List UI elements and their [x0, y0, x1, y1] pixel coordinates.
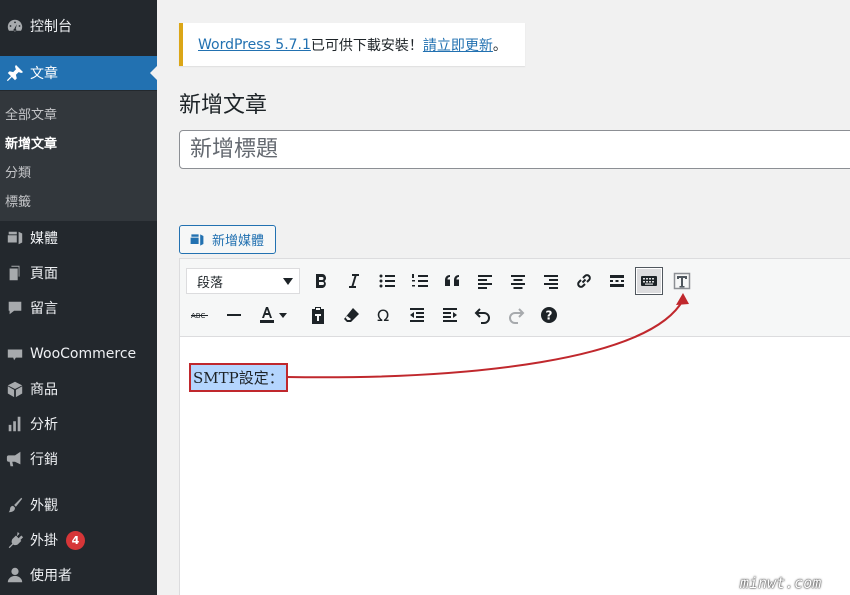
clear-formatting-icon[interactable] — [337, 301, 365, 329]
box-icon — [0, 380, 30, 398]
add-media-label: 新增媒體 — [212, 234, 265, 249]
add-media-button[interactable]: 新增媒體 — [179, 225, 276, 254]
post-title-input[interactable] — [179, 130, 850, 169]
outdent-icon[interactable] — [403, 301, 431, 329]
menu-item-plugins[interactable]: 外掛 4 — [0, 523, 157, 557]
editor-content-area[interactable]: SMTP設定： — [180, 337, 850, 595]
woocommerce-icon — [0, 345, 30, 363]
user-icon — [0, 566, 30, 584]
svg-text:?: ? — [546, 309, 553, 323]
menu-item-marketing[interactable]: 行銷 — [0, 442, 157, 476]
indent-icon[interactable] — [436, 301, 464, 329]
text-tab-icon[interactable] — [668, 267, 696, 295]
link-icon[interactable] — [570, 267, 598, 295]
paste-as-text-icon[interactable] — [304, 301, 332, 329]
menu-item-users[interactable]: 使用者 — [0, 558, 157, 592]
align-left-icon[interactable] — [471, 267, 499, 295]
pages-icon — [0, 264, 30, 282]
pushpin-icon — [0, 64, 30, 82]
menu-item-comments[interactable]: 留言 — [0, 291, 157, 325]
wordpress-version-link[interactable]: WordPress 5.7.1 — [198, 37, 311, 53]
update-notice: WordPress 5.7.1 已可供下載安裝！ 請立即更新 。 — [179, 23, 525, 66]
menu-label: 行銷 — [30, 452, 58, 468]
plugin-icon — [0, 531, 30, 549]
menu-label: WooCommerce — [30, 346, 137, 362]
dashboard-icon — [0, 17, 30, 35]
strikethrough-icon[interactable]: ABC — [186, 301, 214, 329]
menu-label: 分析 — [30, 417, 58, 433]
megaphone-icon — [0, 450, 30, 468]
update-now-link[interactable]: 請立即更新 — [423, 35, 493, 55]
notice-end: 。 — [492, 37, 507, 54]
menu-label: 控制台 — [30, 19, 72, 35]
menu-label: 留言 — [30, 301, 58, 317]
redo-icon[interactable] — [502, 301, 530, 329]
submenu-item-categories[interactable]: 分類 — [5, 162, 31, 181]
menu-label: 外掛 — [30, 533, 58, 549]
bar-chart-icon — [0, 415, 30, 433]
undo-icon[interactable] — [469, 301, 497, 329]
watermark: minwt.com — [740, 574, 822, 592]
menu-item-woocommerce[interactable]: WooCommerce — [0, 337, 157, 371]
menu-label: 商品 — [30, 382, 58, 398]
menu-item-media[interactable]: 媒體 — [0, 221, 157, 255]
format-select[interactable]: 段落 — [186, 268, 300, 294]
selected-text[interactable]: SMTP設定： — [189, 363, 288, 392]
classic-editor: 段落 ABC Ω ? SMTP設定： — [179, 258, 850, 595]
horizontal-line-icon[interactable] — [220, 301, 248, 329]
blockquote-icon[interactable] — [438, 267, 466, 295]
menu-label: 外觀 — [30, 498, 58, 514]
add-media-icon — [190, 233, 204, 246]
admin-sidebar: 控制台 文章 全部文章 新增文章 分類 標籤 媒體 頁面 留言 WooComme… — [0, 0, 157, 595]
menu-item-appearance[interactable]: 外觀 — [0, 488, 157, 522]
chevron-down-icon — [283, 278, 293, 285]
bullet-list-icon[interactable] — [373, 267, 401, 295]
menu-item-products[interactable]: 商品 — [0, 372, 157, 406]
italic-icon[interactable] — [339, 267, 367, 295]
update-count-badge: 4 — [66, 530, 85, 550]
help-icon[interactable]: ? — [535, 301, 563, 329]
text-color-dropdown-icon[interactable] — [275, 301, 291, 329]
menu-label: 頁面 — [30, 266, 58, 282]
menu-label: 文章 — [30, 66, 58, 82]
toolbar-toggle-icon[interactable] — [635, 267, 663, 295]
svg-text:Ω: Ω — [377, 306, 389, 325]
align-center-icon[interactable] — [504, 267, 532, 295]
numbered-list-icon[interactable] — [406, 267, 434, 295]
menu-item-dashboard[interactable]: 控制台 — [0, 9, 157, 43]
notice-text: 已可供下載安裝！ — [310, 37, 423, 54]
menu-item-pages[interactable]: 頁面 — [0, 256, 157, 290]
submenu-item-tags[interactable]: 標籤 — [5, 191, 31, 210]
special-character-icon[interactable]: Ω — [370, 301, 398, 329]
format-select-value: 段落 — [197, 275, 224, 291]
posts-submenu: 全部文章 新增文章 分類 標籤 — [0, 91, 157, 221]
editor-toolbar: 段落 ABC Ω ? — [180, 259, 850, 337]
submenu-item-add-new[interactable]: 新增文章 — [5, 133, 57, 152]
paintbrush-icon — [0, 496, 30, 514]
align-right-icon[interactable] — [537, 267, 565, 295]
menu-item-analytics[interactable]: 分析 — [0, 407, 157, 441]
menu-item-posts[interactable]: 文章 — [0, 56, 157, 90]
submenu-item-all-posts[interactable]: 全部文章 — [5, 104, 57, 123]
media-icon — [0, 229, 30, 247]
page-title: 新增文章 — [179, 93, 268, 118]
comments-icon — [0, 299, 30, 317]
menu-label: 使用者 — [30, 568, 72, 584]
read-more-icon[interactable] — [603, 267, 631, 295]
menu-label: 媒體 — [30, 231, 58, 247]
bold-icon[interactable] — [307, 267, 335, 295]
